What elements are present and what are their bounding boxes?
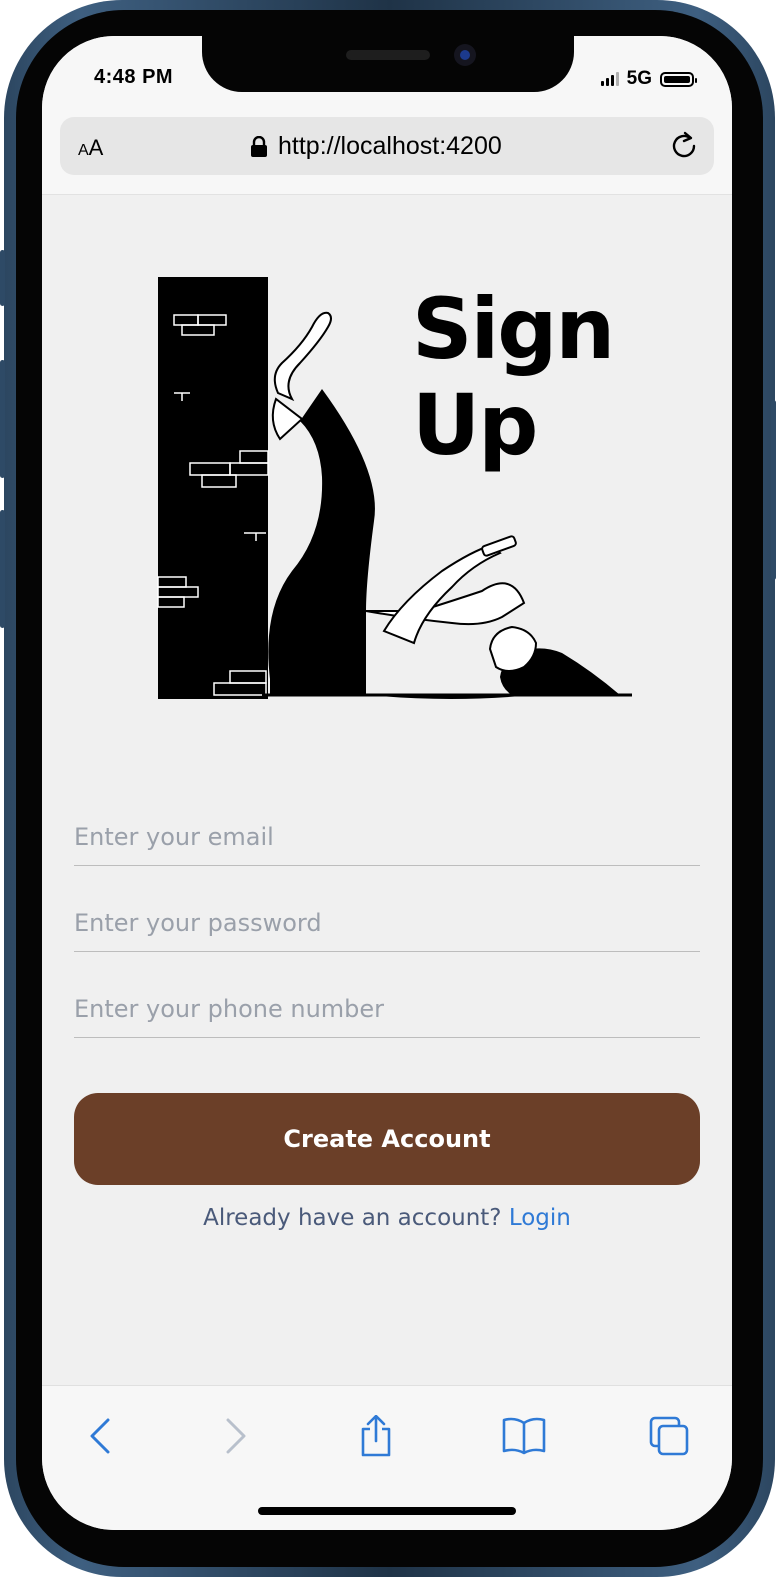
chevron-left-icon <box>90 1418 110 1454</box>
screen: 4:48 PM 5G AA http://localhost:4200 Sign… <box>42 36 732 1530</box>
signal-icon <box>600 72 619 86</box>
status-time: 4:48 PM <box>94 66 174 88</box>
text-size-button[interactable]: AA <box>78 135 103 161</box>
share-icon <box>361 1415 391 1457</box>
volume-up-button <box>0 360 5 478</box>
volume-down-button <box>0 510 5 628</box>
book-icon <box>502 1417 546 1455</box>
title-line-2: Up <box>412 376 538 474</box>
back-button[interactable] <box>76 1412 124 1460</box>
lock-icon <box>251 135 267 157</box>
reload-icon[interactable] <box>668 130 700 162</box>
share-button[interactable] <box>352 1412 400 1460</box>
power-button <box>771 400 776 580</box>
login-prompt-text: Already have an account? <box>203 1205 502 1231</box>
login-link[interactable]: Login <box>509 1205 571 1231</box>
bookmarks-button[interactable] <box>500 1412 548 1460</box>
battery-icon <box>660 71 697 87</box>
network-type: 5G <box>626 68 652 89</box>
login-prompt: Already have an account? Login <box>42 1205 732 1231</box>
mute-switch <box>0 250 5 306</box>
notch <box>202 36 574 92</box>
chevron-right-icon <box>226 1418 246 1454</box>
email-field[interactable] <box>74 809 700 866</box>
page-content: Sign Up Create Account Already have an a… <box>42 195 732 1385</box>
password-field[interactable] <box>74 895 700 952</box>
phone-field[interactable] <box>74 981 700 1038</box>
url-text: http://localhost:4200 <box>278 132 502 160</box>
address-bar[interactable]: AA http://localhost:4200 <box>60 117 714 175</box>
tabs-icon <box>649 1416 689 1456</box>
url-display[interactable]: http://localhost:4200 <box>250 132 502 161</box>
tabs-button[interactable] <box>646 1412 694 1460</box>
forward-button[interactable] <box>212 1412 260 1460</box>
home-indicator <box>258 1507 516 1515</box>
browser-toolbar <box>42 1385 732 1530</box>
page-title: Sign Up <box>412 280 615 474</box>
speaker <box>346 50 430 60</box>
camera <box>454 44 476 66</box>
title-line-1: Sign <box>412 280 615 378</box>
create-account-button[interactable]: Create Account <box>74 1093 700 1185</box>
browser-address-area: AA http://localhost:4200 <box>42 112 732 195</box>
status-indicators: 5G <box>600 68 697 90</box>
